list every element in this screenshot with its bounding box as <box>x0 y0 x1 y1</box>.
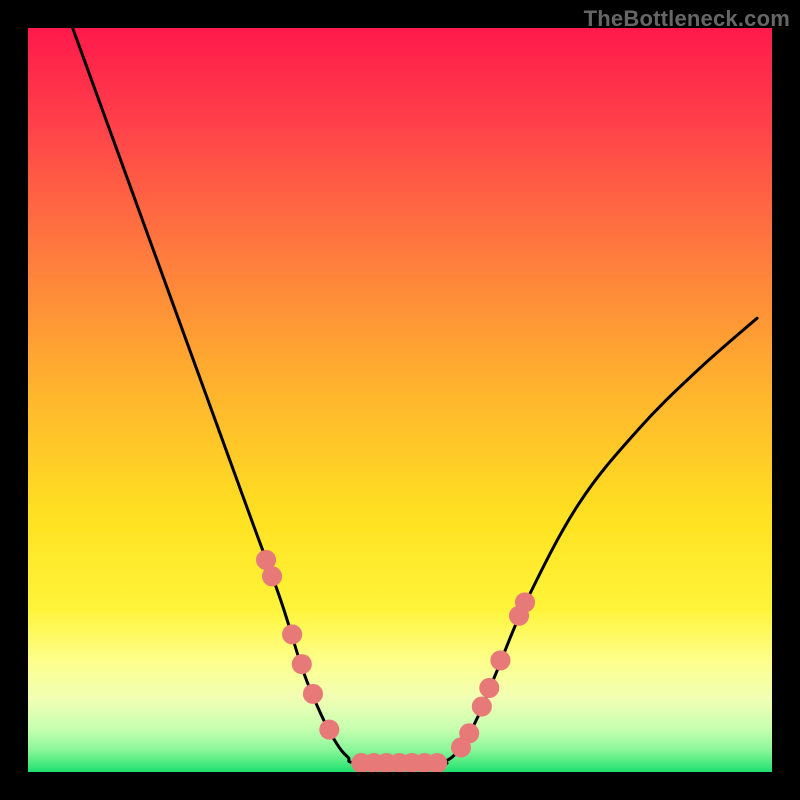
data-marker <box>427 753 447 773</box>
data-marker <box>282 624 302 644</box>
data-marker <box>459 723 479 743</box>
plot-background <box>28 28 772 772</box>
data-marker <box>490 650 510 670</box>
chart-frame: TheBottleneck.com <box>0 0 800 800</box>
data-marker <box>319 720 339 740</box>
bottleneck-chart <box>0 0 800 800</box>
data-marker <box>303 684 323 704</box>
data-marker <box>479 678 499 698</box>
data-marker <box>292 654 312 674</box>
attribution-watermark: TheBottleneck.com <box>584 6 790 32</box>
data-marker <box>262 566 282 586</box>
data-marker <box>515 592 535 612</box>
data-marker <box>472 696 492 716</box>
